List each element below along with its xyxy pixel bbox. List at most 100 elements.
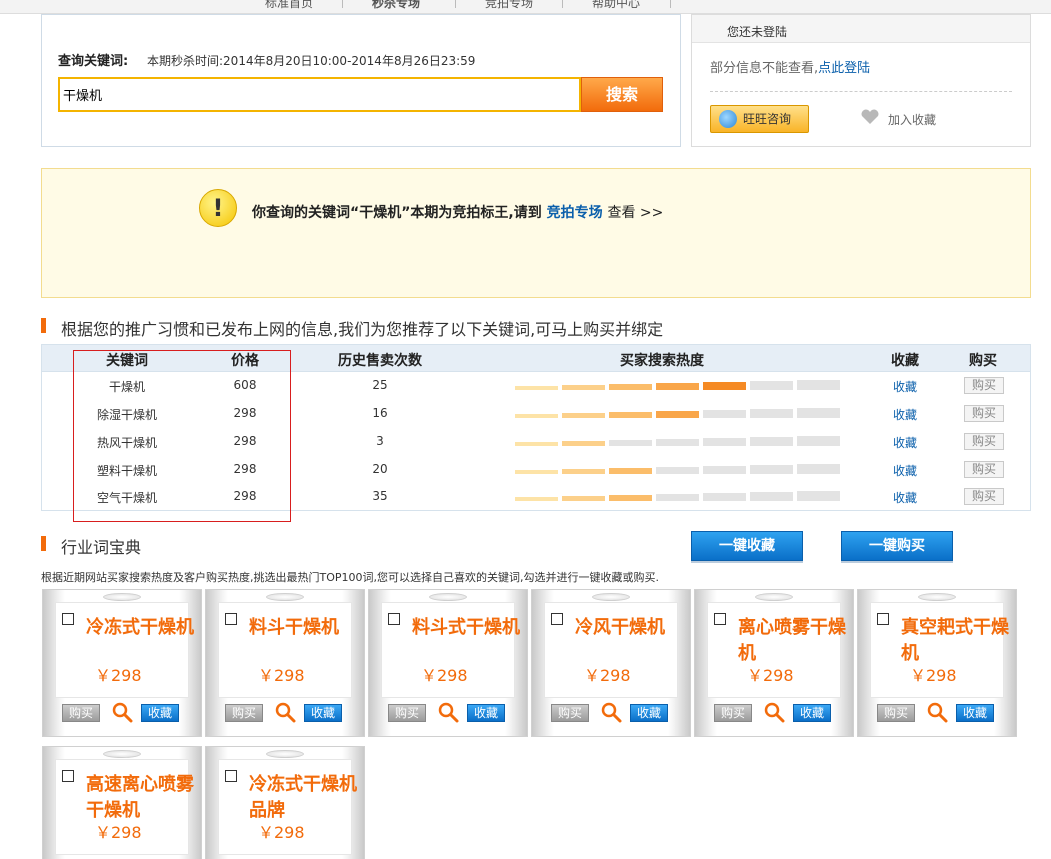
keyword-card: 料斗干燥机 ￥298 购买 收藏 <box>205 589 365 737</box>
row-history: 35 <box>372 489 388 503</box>
card-favorite-button[interactable]: 收藏 <box>141 704 179 722</box>
heat-bar-segment <box>515 386 558 390</box>
heat-bar-segment <box>750 381 793 390</box>
lamp-icon <box>918 593 956 601</box>
magnifier-icon[interactable] <box>273 700 297 724</box>
magnifier-icon[interactable] <box>762 700 786 724</box>
card-favorite-button[interactable]: 收藏 <box>956 704 994 722</box>
nav-item-auction[interactable]: 竞拍专场 <box>485 0 533 11</box>
row-favorite-link[interactable]: 收藏 <box>893 434 917 451</box>
row-buy-button[interactable]: 购买 <box>964 405 1004 422</box>
row-history: 20 <box>372 462 388 476</box>
heat-bar-segment <box>703 382 746 390</box>
row-buy-button[interactable]: 购买 <box>964 433 1004 450</box>
keyword-card: 离心喷雾干燥机 ￥298 购买 收藏 <box>694 589 854 737</box>
magnifier-icon[interactable] <box>599 700 623 724</box>
magnifier-icon[interactable] <box>436 700 460 724</box>
lamp-icon <box>103 593 141 601</box>
heat-bar-segment <box>562 496 605 501</box>
card-checkbox[interactable] <box>551 613 563 625</box>
card-checkbox[interactable] <box>225 770 237 782</box>
card-price: ￥298 <box>584 666 631 685</box>
keyword-card: 冷冻式干燥机品牌￥298购买收藏 <box>205 746 365 859</box>
top-nav: 标准首页 秒杀专场 竞拍专场 帮助中心 <box>0 0 1051 14</box>
heat-bar-segment <box>656 467 699 474</box>
row-favorite-link[interactable]: 收藏 <box>893 489 917 506</box>
row-favorite-link[interactable]: 收藏 <box>893 406 917 423</box>
search-button[interactable]: 搜索 <box>581 77 663 112</box>
login-message: 部分信息不能查看,点此登陆 <box>710 57 870 76</box>
heat-bar-segment <box>797 491 840 501</box>
nav-item-home[interactable]: 标准首页 <box>265 0 313 11</box>
card-favorite-button[interactable]: 收藏 <box>793 704 831 722</box>
row-buy-button[interactable]: 购买 <box>964 377 1004 394</box>
heat-bar-segment <box>656 411 699 418</box>
keyword-card: 高速离心喷雾干燥机￥298购买收藏 <box>42 746 202 859</box>
heat-bar-segment <box>750 492 793 501</box>
row-favorite-link[interactable]: 收藏 <box>893 378 917 395</box>
wangwang-consult-button[interactable]: 旺旺咨询 <box>710 105 809 133</box>
card-keyword: 料斗式干燥机 <box>412 617 520 638</box>
heat-bar-segment <box>609 495 652 501</box>
keyword-card: 料斗式干燥机 ￥298 购买 收藏 <box>368 589 528 737</box>
favorite-all-button[interactable]: 一键收藏 <box>691 531 803 561</box>
card-buy-button[interactable]: 购买 <box>877 704 915 722</box>
heat-bar-segment <box>609 468 652 474</box>
card-buy-button[interactable]: 购买 <box>62 704 100 722</box>
wangwang-icon <box>719 110 737 128</box>
card-checkbox[interactable] <box>62 770 74 782</box>
seckill-period: 本期秒杀时间:2014年8月20日10:00-2014年8月26日23:59 <box>147 54 476 68</box>
warning-icon: ! <box>199 189 237 227</box>
add-favorite-button[interactable]: 加入收藏 <box>860 109 936 128</box>
keyword-card: 冷冻式干燥机 ￥298 购买 收藏 <box>42 589 202 737</box>
card-checkbox[interactable] <box>225 613 237 625</box>
card-favorite-button[interactable]: 收藏 <box>304 704 342 722</box>
heat-bar-segment <box>515 442 558 446</box>
search-panel: 查询关键词: 本期秒杀时间:2014年8月20日10:00-2014年8月26日… <box>41 14 681 147</box>
heat-bar-segment <box>656 439 699 446</box>
lamp-icon <box>103 750 141 758</box>
lamp-icon <box>429 593 467 601</box>
card-buy-button[interactable]: 购买 <box>388 704 426 722</box>
card-checkbox[interactable] <box>714 613 726 625</box>
heat-bar-segment <box>656 494 699 501</box>
card-favorite-button[interactable]: 收藏 <box>467 704 505 722</box>
header-buy: 购买 <box>969 353 997 369</box>
heat-bar-segment <box>609 412 652 418</box>
row-favorite-link[interactable]: 收藏 <box>893 462 917 479</box>
auction-link[interactable]: 竞拍专场 <box>547 205 603 221</box>
nav-item-help[interactable]: 帮助中心 <box>592 0 640 11</box>
lamp-icon <box>592 593 630 601</box>
card-price: ￥298 <box>258 823 305 842</box>
buy-all-button[interactable]: 一键购买 <box>841 531 953 561</box>
login-panel: 您还未登陆 部分信息不能查看,点此登陆 旺旺咨询 加入收藏 <box>691 14 1031 147</box>
header-heat: 买家搜索热度 <box>620 353 704 369</box>
notice-tail: 查看 >> <box>607 205 664 221</box>
card-favorite-button[interactable]: 收藏 <box>630 704 668 722</box>
heat-bar-segment <box>562 469 605 474</box>
card-buy-button[interactable]: 购买 <box>225 704 263 722</box>
card-price: ￥298 <box>910 666 957 685</box>
heat-bar-segment <box>797 408 840 418</box>
card-buy-button[interactable]: 购买 <box>714 704 752 722</box>
heat-bar-segment <box>515 414 558 418</box>
login-message-text: 部分信息不能查看, <box>710 61 819 76</box>
heat-bar-segment <box>750 465 793 474</box>
heat-bar-segment <box>515 497 558 501</box>
card-checkbox[interactable] <box>877 613 889 625</box>
nav-item-seckill[interactable]: 秒杀专场 <box>372 0 420 11</box>
row-buy-button[interactable]: 购买 <box>964 461 1004 478</box>
login-title: 您还未登陆 <box>727 25 788 39</box>
search-input[interactable] <box>58 77 581 112</box>
magnifier-icon[interactable] <box>110 700 134 724</box>
divider <box>710 91 1012 92</box>
magnifier-icon[interactable] <box>925 700 949 724</box>
card-checkbox[interactable] <box>388 613 400 625</box>
card-checkbox[interactable] <box>62 613 74 625</box>
row-history: 25 <box>372 378 388 392</box>
industry-title: 行业词宝典 <box>61 538 142 557</box>
row-buy-button[interactable]: 购买 <box>964 488 1004 505</box>
card-buy-button[interactable]: 购买 <box>551 704 589 722</box>
heat-bar-segment <box>797 380 840 390</box>
login-link[interactable]: 点此登陆 <box>818 61 870 76</box>
